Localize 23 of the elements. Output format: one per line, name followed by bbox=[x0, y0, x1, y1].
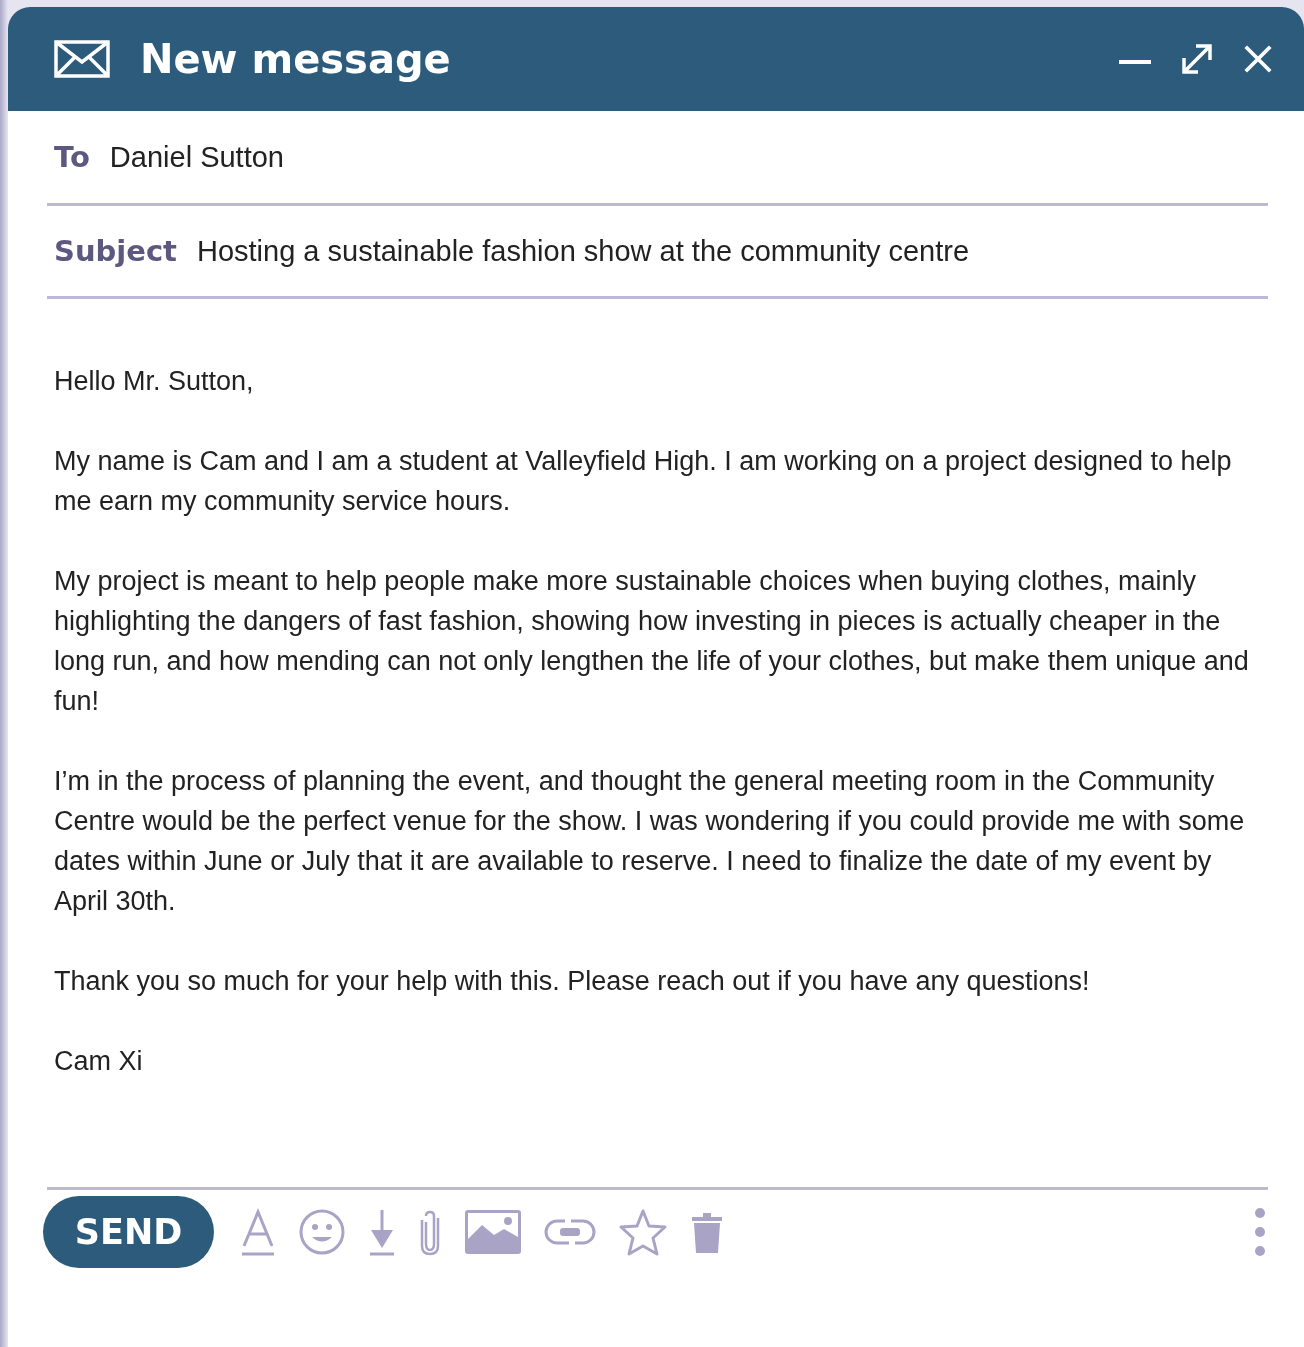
body-paragraph: Thank you so much for your help with this. Please reach out if you have any questions! bbox=[54, 965, 1091, 998]
subject-label: Subject bbox=[54, 234, 177, 268]
body-paragraph: Cam Xi bbox=[54, 1045, 144, 1078]
body-paragraph: My name is Cam and I am a student at Valleyfield High. I am working on a project designed to help me earn my community service hours. bbox=[54, 445, 1233, 518]
close-icon[interactable] bbox=[1242, 43, 1274, 75]
star-icon[interactable] bbox=[618, 1208, 668, 1256]
to-label: To bbox=[54, 140, 90, 174]
envelope-icon bbox=[54, 40, 110, 78]
body-paragraph: Hello Mr. Sutton, bbox=[54, 365, 255, 398]
send-button[interactable]: SEND bbox=[43, 1196, 214, 1268]
body-paragraph: My project is meant to help people make more sustainable choices when buying clothes, mainly highlighting the dangers of fast fashion, showing how investing in pieces is actually cheaper in the long run, and how mending can not only lengthen the life of your clothes, but make them unique and fun! bbox=[54, 565, 1250, 718]
link-icon[interactable] bbox=[544, 1219, 596, 1245]
paperclip-icon[interactable] bbox=[418, 1208, 442, 1256]
expand-icon[interactable] bbox=[1180, 42, 1214, 76]
image-icon[interactable] bbox=[464, 1209, 522, 1255]
body-paragraph: I’m in the process of planning the event, and thought the general meeting room in the Community Centre would be the perfect venue for the show. I was wondering if you could provide me with some dates within June or July that it are available to reserve. I need to finalize the date of my event by April 30th. bbox=[54, 765, 1246, 918]
text-format-icon[interactable] bbox=[240, 1208, 276, 1256]
to-field[interactable]: Daniel Sutton bbox=[109, 140, 284, 174]
window-title: New message bbox=[140, 36, 451, 82]
emoji-icon[interactable] bbox=[298, 1208, 346, 1256]
subject-field[interactable]: Hosting a sustainable fashion show at the community centre bbox=[196, 234, 970, 268]
download-icon[interactable] bbox=[368, 1208, 396, 1256]
more-options-icon[interactable] bbox=[1254, 1207, 1266, 1257]
